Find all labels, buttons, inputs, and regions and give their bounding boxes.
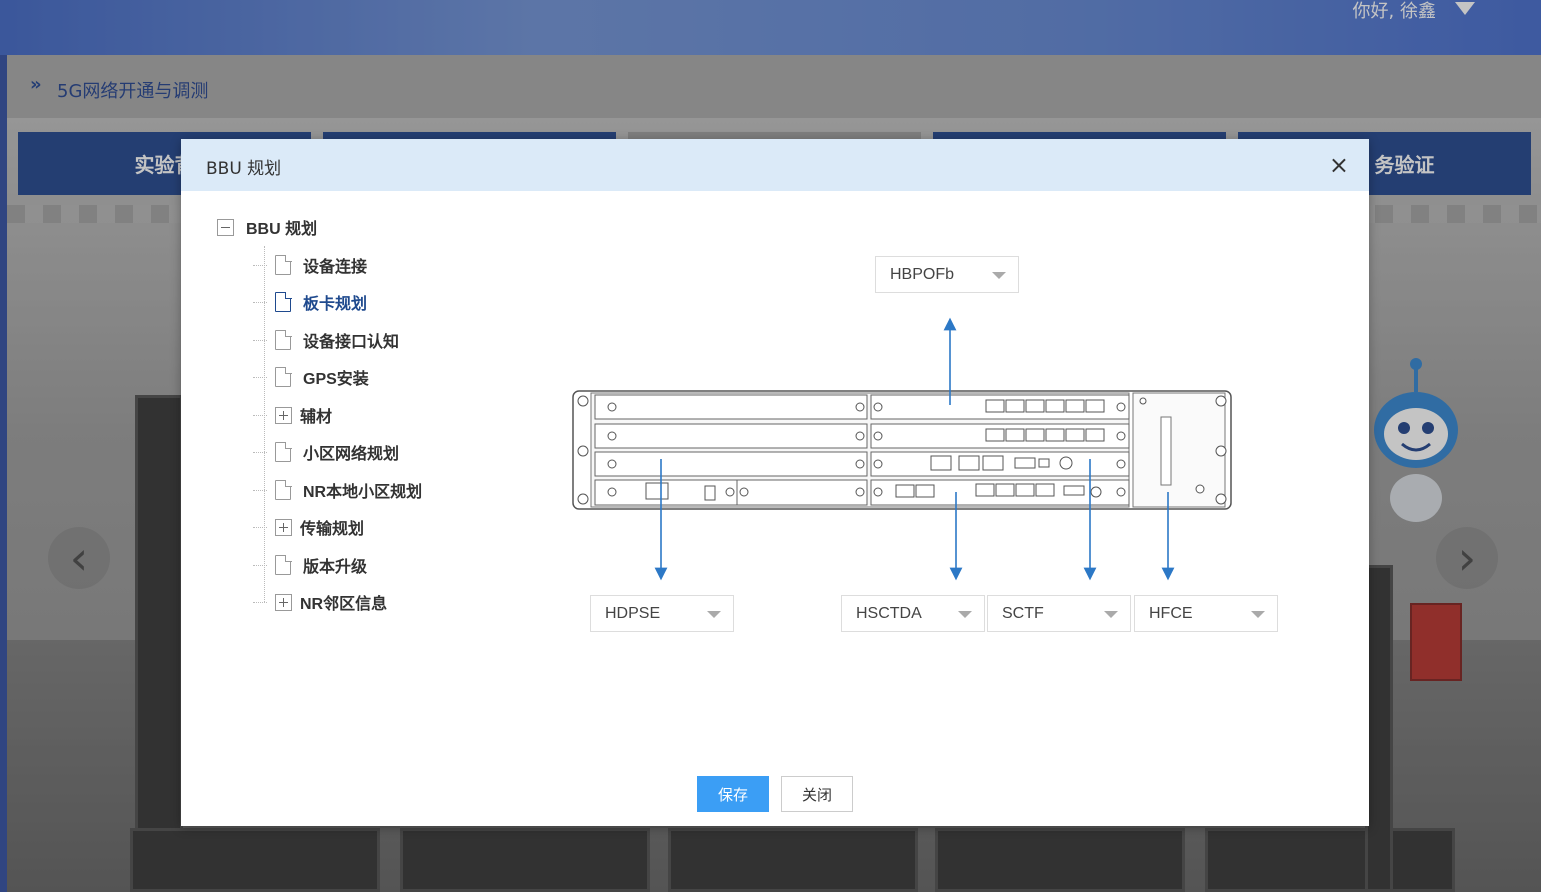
tree-item-label: 设备接口认知 (303, 334, 400, 351)
tree-item-label: 设备连接 (303, 259, 368, 276)
tree-item-nr-neighbor-info[interactable]: NR邻区信息 (253, 591, 387, 613)
tree-item-label: NR邻区信息 (300, 596, 388, 613)
document-icon (275, 479, 292, 500)
chevron-down-icon (1251, 611, 1265, 618)
tree-item-label: 版本升级 (303, 559, 368, 576)
document-icon (275, 366, 292, 387)
tree-item-label: 板卡规划 (303, 296, 368, 313)
tree-item-label: NR本地小区规划 (303, 484, 423, 501)
close-icon[interactable]: × (1329, 153, 1349, 177)
tree-item-interface-recognition[interactable]: 设备接口认知 (253, 329, 399, 351)
chevron-down-icon (958, 611, 972, 618)
planning-tree: BBU 规划 设备连接 板卡规划 设备接口认知 GPS安装 辅材 小区网络规划 (217, 211, 477, 631)
dialog-title: BBU 规划 (206, 159, 282, 179)
collapse-icon[interactable] (217, 218, 234, 236)
close-button[interactable]: 关闭 (781, 776, 853, 812)
dialog-header: BBU 规划 × (181, 139, 1369, 191)
tree-item-label: 传输规划 (300, 521, 365, 538)
tree-item-version-upgrade[interactable]: 版本升级 (253, 554, 367, 576)
bbu-planning-dialog: BBU 规划 × BBU 规划 设备连接 板卡规划 设备接口认知 GPS安装 辅… (181, 139, 1369, 826)
chevron-down-icon (1104, 611, 1118, 618)
board-select-hdpse[interactable]: HDPSE (590, 595, 734, 632)
tree-item-label: 辅材 (300, 409, 333, 426)
tree-root-bbu-planning[interactable]: BBU 规划 (217, 216, 317, 238)
tree-item-gps-installation[interactable]: GPS安装 (253, 366, 369, 388)
chevron-down-icon (992, 272, 1006, 279)
board-select-sctf[interactable]: SCTF (987, 595, 1131, 632)
tree-item-cell-network-planning[interactable]: 小区网络规划 (253, 441, 399, 463)
document-icon (275, 441, 292, 462)
tree-item-board-planning[interactable]: 板卡规划 (253, 291, 367, 313)
document-icon (275, 554, 292, 575)
tree-root-label: BBU 规划 (246, 221, 318, 238)
tree-item-nr-local-cell-planning[interactable]: NR本地小区规划 (253, 479, 422, 501)
save-button[interactable]: 保存 (697, 776, 769, 812)
tree-item-label: 小区网络规划 (303, 446, 400, 463)
document-icon (275, 291, 292, 312)
document-icon (275, 329, 292, 350)
chevron-down-icon (707, 611, 721, 618)
connector-arrows (654, 317, 1175, 581)
tree-item-device-connection[interactable]: 设备连接 (253, 254, 367, 276)
expand-icon[interactable] (275, 406, 292, 424)
board-select-hbpofb[interactable]: HBPOFb (875, 256, 1019, 293)
document-icon (275, 254, 292, 275)
tree-item-label: GPS安装 (303, 371, 369, 388)
expand-icon[interactable] (275, 518, 292, 536)
tree-item-auxiliary-materials[interactable]: 辅材 (253, 404, 332, 426)
board-select-hfce[interactable]: HFCE (1134, 595, 1278, 632)
board-select-hsctda[interactable]: HSCTDA (841, 595, 985, 632)
tree-item-transmission-planning[interactable]: 传输规划 (253, 516, 364, 538)
expand-icon[interactable] (275, 593, 292, 611)
